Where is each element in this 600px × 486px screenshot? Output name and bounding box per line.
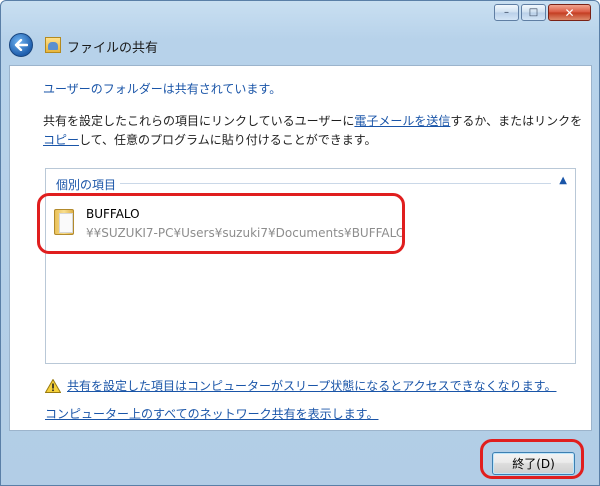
navigation-bar: ファイルの共有 bbox=[1, 29, 599, 63]
minimize-button[interactable]: – bbox=[494, 4, 519, 21]
arrow-left-icon bbox=[14, 39, 28, 51]
page-heading: ユーザーのフォルダーは共有されています。 bbox=[43, 82, 282, 96]
view-network-shares-link[interactable]: コンピューター上のすべてのネットワーク共有を表示します。 bbox=[45, 407, 378, 421]
maximize-button[interactable]: □ bbox=[521, 4, 546, 21]
caption-buttons: – □ ✕ bbox=[494, 4, 591, 21]
desc-text-1: 共有を設定したこれらの項目にリンクしているユーザーに bbox=[43, 114, 355, 128]
window-title: ファイルの共有 bbox=[67, 41, 159, 56]
group-divider bbox=[118, 183, 551, 184]
back-button[interactable] bbox=[9, 33, 33, 57]
send-email-link[interactable]: 電子メールを送信 bbox=[354, 114, 450, 128]
desc-text-2: するか、またはリンクを bbox=[450, 114, 583, 128]
desc-text-3: して、任意のプログラムに貼り付けることができます。 bbox=[79, 133, 377, 147]
network-shares-row: コンピューター上のすべてのネットワーク共有を表示します。 bbox=[45, 405, 378, 422]
item-highlight-annotation bbox=[37, 193, 405, 254]
warning-row: 共有を設定した項目はコンピューターがスリープ状態になるとアクセスできなくなります… bbox=[45, 377, 556, 394]
close-button[interactable]: ✕ bbox=[548, 4, 591, 21]
group-header: 個別の項目 bbox=[56, 176, 121, 193]
description-text: 共有を設定したこれらの項目にリンクしているユーザーに電子メールを送信するか、また… bbox=[43, 112, 583, 150]
button-highlight-annotation bbox=[480, 439, 584, 479]
file-sharing-icon bbox=[45, 37, 61, 53]
title-bar: – □ ✕ bbox=[1, 1, 599, 27]
sleep-warning-link[interactable]: 共有を設定した項目はコンピューターがスリープ状態になるとアクセスできなくなります… bbox=[67, 377, 556, 394]
warning-icon bbox=[45, 378, 61, 393]
collapse-icon[interactable]: ▲ bbox=[559, 175, 567, 186]
copy-link[interactable]: コピー bbox=[43, 133, 79, 147]
